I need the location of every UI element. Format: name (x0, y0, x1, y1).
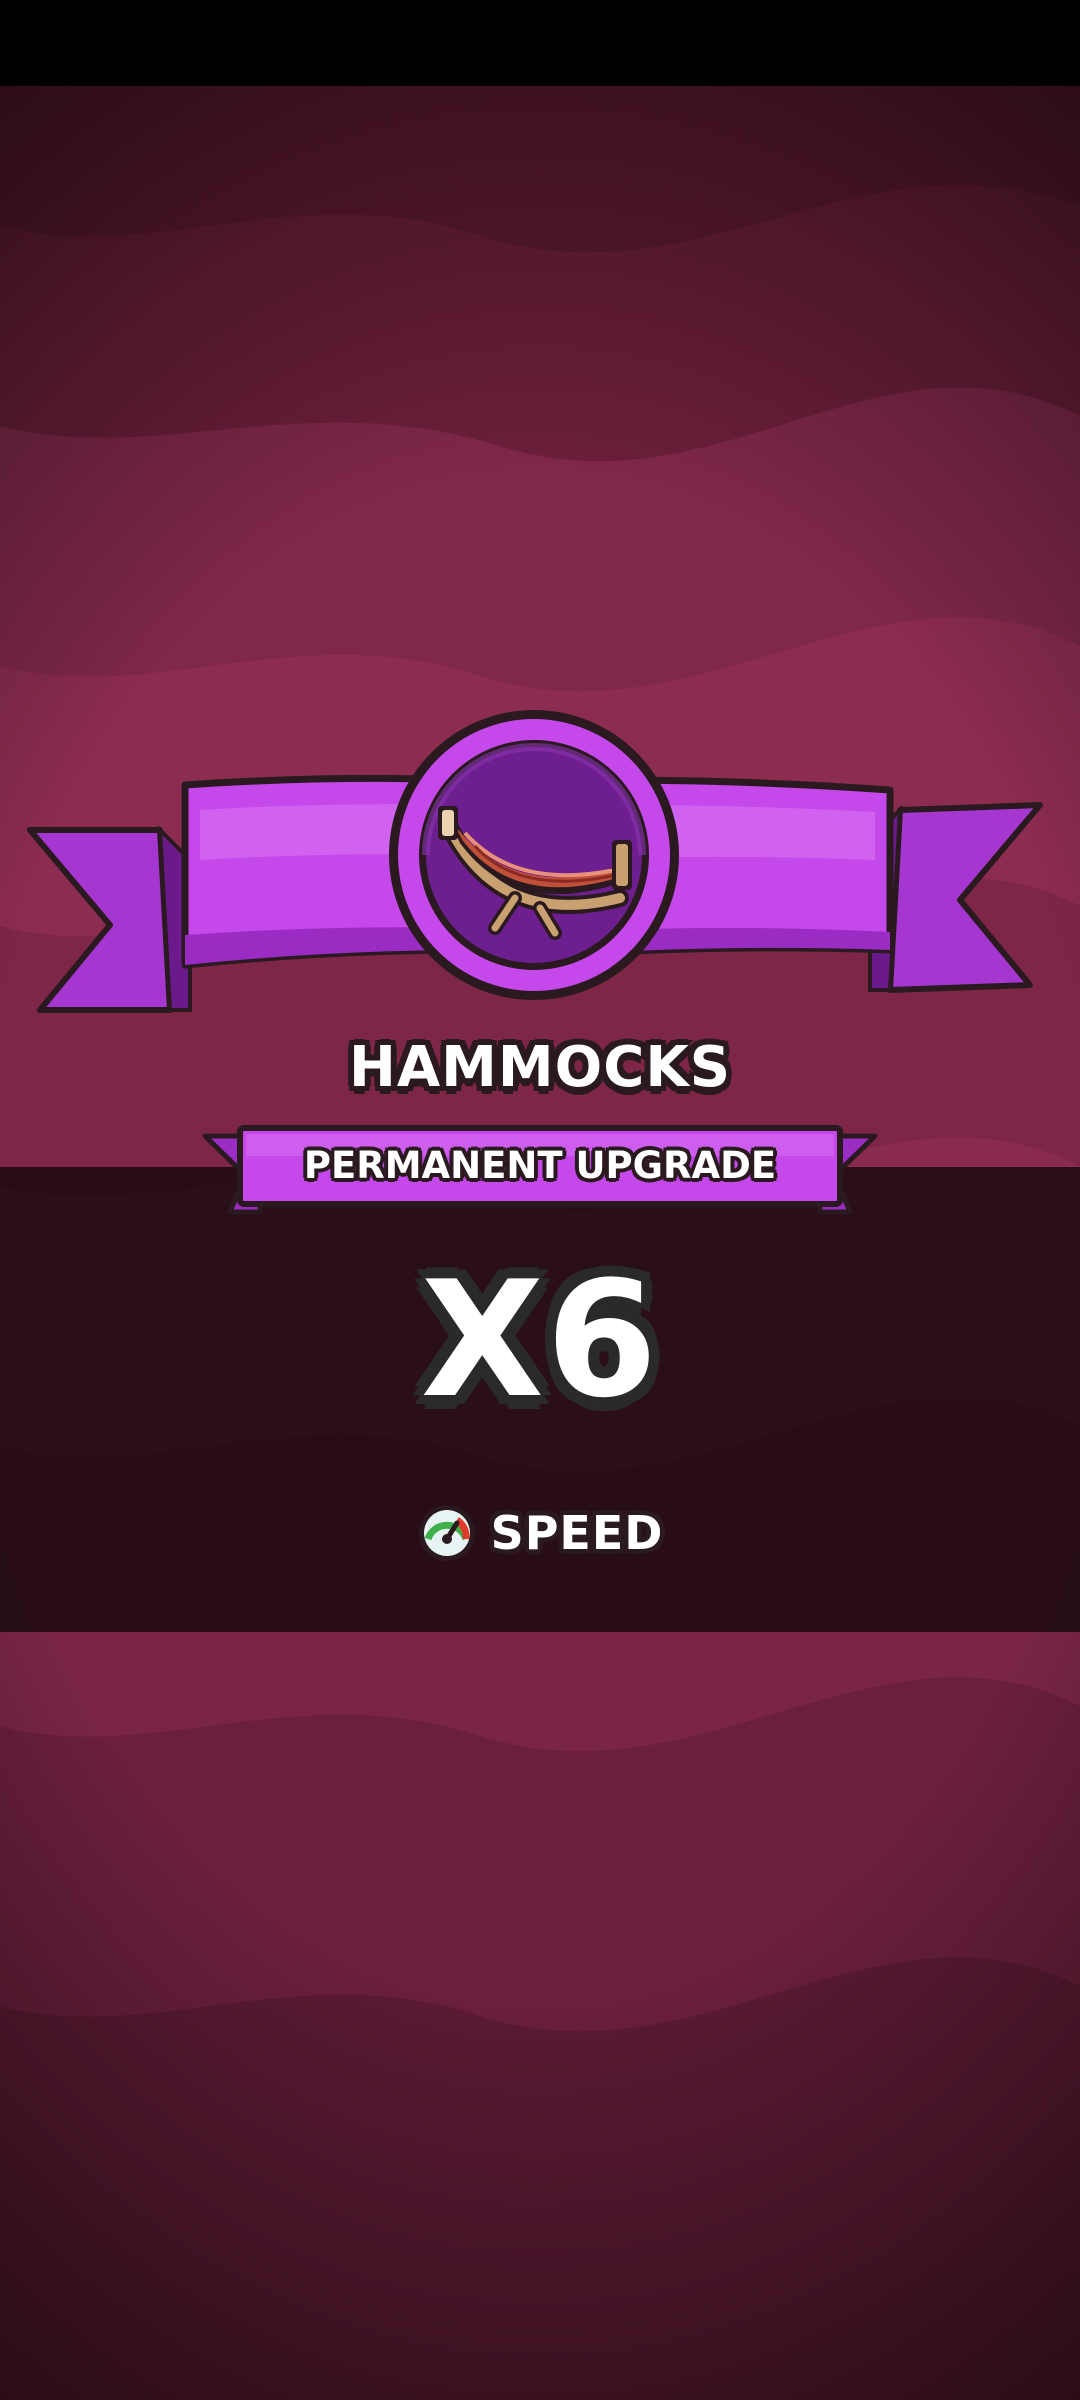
upgrade-type-label: PERMANENT UPGRADE (303, 1144, 777, 1187)
reward-screen[interactable]: HAMMOCKS PERMANENT UPGRADE X6 SPEED (0, 0, 1080, 2400)
hammock-icon (438, 806, 632, 940)
item-name-title: HAMMOCKS (348, 1035, 732, 1100)
stat-row: SPEED (0, 1498, 1080, 1568)
stat-label: SPEED (490, 1506, 664, 1560)
status-bar (0, 0, 1080, 86)
multiplier-value: X6 (420, 1246, 660, 1433)
speedometer-icon (418, 1505, 475, 1561)
